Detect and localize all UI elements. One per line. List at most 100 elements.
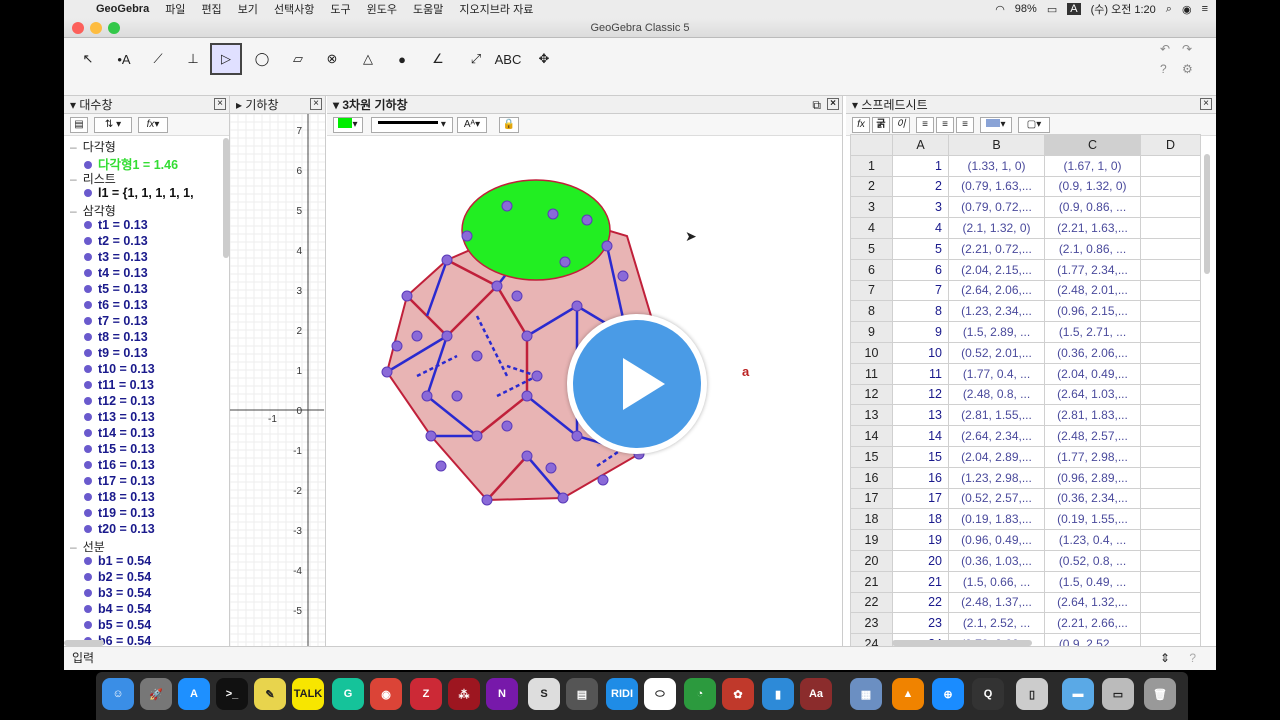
visibility-toggle-icon[interactable] bbox=[84, 589, 92, 597]
spreadsheet-cell[interactable]: 2 bbox=[892, 175, 949, 198]
algebra-item[interactable]: t6 = 0.13 bbox=[84, 298, 148, 312]
algebra-item[interactable]: b5 = 0.54 bbox=[84, 618, 151, 632]
spreadsheet-cell[interactable] bbox=[1140, 383, 1201, 406]
spreadsheet-cell[interactable]: 17 bbox=[892, 487, 949, 510]
spreadsheet-cell[interactable] bbox=[1140, 217, 1201, 239]
row-header[interactable]: 18 bbox=[850, 508, 893, 531]
grammarly-icon[interactable]: G bbox=[332, 678, 364, 710]
visibility-toggle-icon[interactable] bbox=[84, 557, 92, 565]
toggle-auxiliary-button[interactable]: ▤ bbox=[70, 117, 88, 133]
clock[interactable]: (수) 오전 1:20 bbox=[1091, 1, 1156, 17]
battery-percent[interactable]: 98% bbox=[1015, 3, 1037, 15]
spreadsheet-cell[interactable]: (1.33, 1, 0) bbox=[948, 154, 1045, 177]
row-header[interactable]: 7 bbox=[850, 279, 893, 302]
algebra-item[interactable]: t11 = 0.13 bbox=[84, 378, 154, 392]
spreadsheet-cell[interactable] bbox=[1140, 487, 1201, 510]
algebra-item[interactable]: t4 = 0.13 bbox=[84, 266, 148, 280]
spreadsheet-cell[interactable] bbox=[1140, 341, 1201, 364]
vertex-point[interactable] bbox=[471, 430, 483, 442]
vertex-point[interactable] bbox=[601, 240, 613, 252]
video-play-button[interactable] bbox=[567, 314, 707, 454]
spreadsheet-cell[interactable]: 11 bbox=[892, 362, 949, 385]
reflect-tool-icon[interactable]: ⤢ bbox=[460, 43, 492, 75]
vertex-point[interactable] bbox=[441, 330, 453, 342]
spreadsheet-cell[interactable]: (2.04, 2.15,... bbox=[948, 258, 1045, 281]
keynote-icon[interactable]: ▮ bbox=[762, 678, 794, 710]
row-header[interactable]: 8 bbox=[850, 300, 893, 323]
document-icon[interactable]: ▯ bbox=[1016, 678, 1048, 710]
spreadsheet-cell[interactable]: (1.77, 2.34,... bbox=[1044, 258, 1141, 281]
row-header[interactable]: 13 bbox=[850, 404, 893, 427]
visibility-toggle-icon[interactable] bbox=[84, 221, 92, 229]
collapse-sheet-icon[interactable]: ▾ bbox=[852, 98, 858, 112]
row-header[interactable]: 11 bbox=[850, 362, 893, 385]
launchpad-icon[interactable]: 🚀 bbox=[140, 678, 172, 710]
spreadsheet-cell[interactable] bbox=[1140, 321, 1201, 343]
spreadsheet-cell[interactable]: 14 bbox=[892, 425, 949, 447]
visibility-toggle-icon[interactable] bbox=[84, 237, 92, 245]
algebra-item[interactable]: b3 = 0.54 bbox=[84, 586, 151, 600]
algebra-item[interactable]: b4 = 0.54 bbox=[84, 602, 151, 616]
move-view-tool-icon[interactable]: ✥ bbox=[528, 43, 560, 75]
mendeley-icon[interactable]: ⁂ bbox=[448, 678, 480, 710]
algebra-item[interactable]: t7 = 0.13 bbox=[84, 314, 148, 328]
spreadsheet-cell[interactable] bbox=[1140, 404, 1201, 427]
color-picker-button[interactable]: ▾ bbox=[333, 117, 363, 133]
spreadsheet-cell[interactable] bbox=[1140, 508, 1201, 531]
row-header[interactable]: 12 bbox=[850, 383, 893, 406]
spreadsheet-cell[interactable]: (0.9, 0.86, ... bbox=[1044, 196, 1141, 219]
border-style-button[interactable]: ▢▾ bbox=[1018, 117, 1050, 133]
vertex-point[interactable] bbox=[557, 492, 569, 504]
quicktime-icon[interactable]: Q bbox=[972, 678, 1004, 710]
spreadsheet-cell[interactable]: (2.64, 1.03,... bbox=[1044, 383, 1141, 406]
row-header[interactable]: 2 bbox=[850, 175, 893, 198]
algebra-item[interactable]: t10 = 0.13 bbox=[84, 362, 155, 376]
close-algebra-button[interactable]: × bbox=[214, 98, 226, 110]
visibility-toggle-icon[interactable] bbox=[84, 349, 92, 357]
vertex-point[interactable] bbox=[451, 390, 463, 402]
algebra-item[interactable]: t2 = 0.13 bbox=[84, 234, 148, 248]
vertex-point[interactable] bbox=[381, 366, 393, 378]
scapple-icon[interactable]: ▤ bbox=[566, 678, 598, 710]
wifi-icon[interactable]: ◠ bbox=[995, 3, 1005, 16]
spreadsheet-cell[interactable]: 7 bbox=[892, 279, 949, 302]
row-header[interactable]: 22 bbox=[850, 591, 893, 614]
visibility-toggle-icon[interactable] bbox=[84, 413, 92, 421]
spreadsheet-cell[interactable]: (2.04, 0.49,... bbox=[1044, 362, 1141, 385]
vertex-point[interactable] bbox=[481, 494, 493, 506]
spreadsheet-scrollbar[interactable] bbox=[1204, 154, 1210, 274]
bold-button[interactable]: 굵 bbox=[872, 117, 890, 133]
camtasia-icon[interactable]: ◔ bbox=[684, 678, 716, 710]
align-left-button[interactable]: ≡ bbox=[916, 117, 934, 133]
vertex-point[interactable] bbox=[435, 460, 447, 472]
vertex-point[interactable] bbox=[531, 370, 543, 382]
input-bar-toggle-button[interactable]: fx bbox=[852, 117, 870, 133]
close-graphics-button[interactable]: × bbox=[310, 98, 322, 110]
scrivener-icon[interactable]: S bbox=[528, 678, 560, 710]
algebra-item[interactable]: t13 = 0.13 bbox=[84, 410, 155, 424]
intersect-tool-icon[interactable]: ⊗ bbox=[316, 43, 348, 75]
recorder-icon[interactable]: ✿ bbox=[722, 678, 754, 710]
top-face-polygon[interactable] bbox=[461, 179, 611, 281]
algebra-item[interactable]: t14 = 0.13 bbox=[84, 426, 155, 440]
vertex-point[interactable] bbox=[521, 390, 533, 402]
zotero-icon[interactable]: Z bbox=[410, 678, 442, 710]
input-source-icon[interactable]: A bbox=[1067, 3, 1081, 15]
spreadsheet-cell[interactable]: (1.77, 2.98,... bbox=[1044, 445, 1141, 468]
vertex-point[interactable] bbox=[461, 230, 473, 242]
description-mode-button[interactable]: fx▾ bbox=[138, 117, 168, 133]
line-style-button[interactable]: ▾ bbox=[371, 117, 453, 133]
spreadsheet-cell[interactable]: 9 bbox=[892, 321, 949, 343]
vertex-point[interactable] bbox=[597, 474, 609, 486]
row-header[interactable]: 4 bbox=[850, 217, 893, 239]
row-header[interactable]: 3 bbox=[850, 196, 893, 219]
spreadsheet-cell[interactable] bbox=[1140, 362, 1201, 385]
spreadsheet-cell[interactable]: 15 bbox=[892, 445, 949, 468]
spreadsheet-cell[interactable] bbox=[1140, 466, 1201, 489]
spreadsheet-cell[interactable]: (0.9, 1.32, 0) bbox=[1044, 175, 1141, 198]
line-tool-icon[interactable]: ⟋ bbox=[142, 43, 174, 75]
downloads-icon[interactable]: ▭ bbox=[1102, 678, 1134, 710]
menu-app-name[interactable]: GeoGebra bbox=[88, 3, 157, 15]
spreadsheet-cell[interactable]: 18 bbox=[892, 508, 949, 531]
italic-button[interactable]: 이 bbox=[892, 117, 910, 133]
